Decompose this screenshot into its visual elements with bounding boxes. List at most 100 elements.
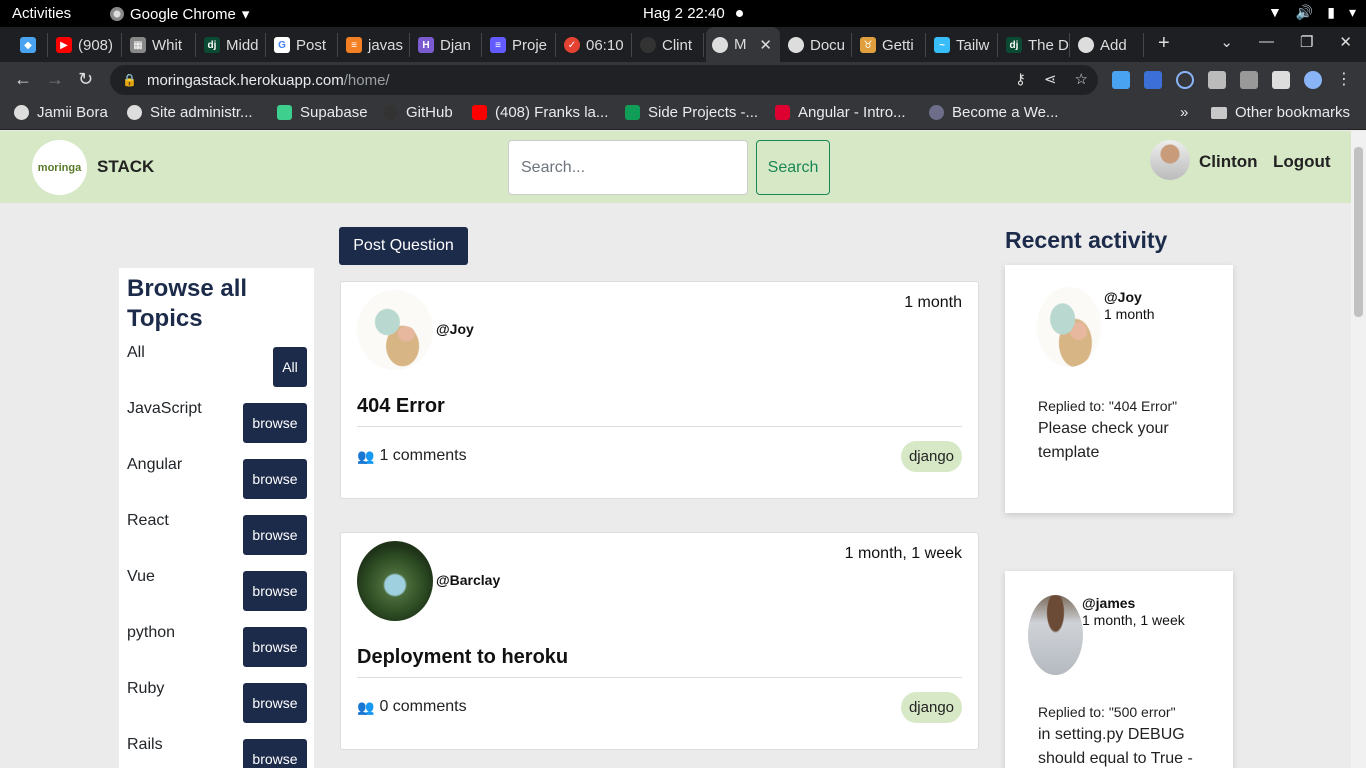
puzzle-icon[interactable] xyxy=(1208,71,1226,89)
maximize-icon[interactable]: ❐ xyxy=(1300,33,1313,51)
topic-name[interactable]: JavaScript xyxy=(127,400,202,418)
author-name[interactable]: @james xyxy=(1082,595,1135,611)
translate-extension-icon[interactable] xyxy=(1112,71,1130,89)
tab[interactable]: Docu xyxy=(782,33,852,57)
question-title[interactable]: 404 Error xyxy=(357,395,445,418)
username-link[interactable]: Clinton xyxy=(1199,152,1258,172)
site-logo[interactable]: moringa xyxy=(32,140,87,195)
topic-name[interactable]: Vue xyxy=(127,568,155,586)
react-devtools-icon[interactable] xyxy=(1176,71,1194,89)
search-button[interactable]: Search xyxy=(756,140,830,195)
side-panel-icon[interactable] xyxy=(1272,71,1290,89)
author-avatar[interactable] xyxy=(357,290,433,370)
activity-card[interactable]: @Joy 1 month Replied to: "404 Error" Ple… xyxy=(1005,265,1233,513)
close-icon[interactable]: ✕ xyxy=(759,36,772,54)
profile-avatar[interactable] xyxy=(1304,71,1322,89)
tab[interactable]: dj Midd xyxy=(198,33,266,57)
scrollbar-thumb[interactable] xyxy=(1354,147,1363,317)
topic-browse-button[interactable]: browse xyxy=(243,683,307,723)
bookmark-item[interactable]: Supabase xyxy=(277,104,368,121)
address-bar[interactable]: 🔒 moringastack.herokuapp.com/home/ ⚷ ⋖ ☆ xyxy=(110,65,1098,95)
tab[interactable]: ♉ Getti xyxy=(854,33,926,57)
tab[interactable]: dj The D xyxy=(1000,33,1070,57)
extension-icon[interactable] xyxy=(1144,71,1162,89)
tab[interactable]: Add xyxy=(1072,33,1144,57)
topic-name[interactable]: All xyxy=(127,344,145,362)
topic-all-button[interactable]: All xyxy=(273,347,307,387)
author-avatar[interactable] xyxy=(357,541,433,621)
topic-tag[interactable]: django xyxy=(900,441,962,472)
author-name[interactable]: @Barclay xyxy=(436,572,500,588)
activity-card[interactable]: @james 1 month, 1 week Replied to: "500 … xyxy=(1005,571,1233,768)
search-input[interactable] xyxy=(508,140,748,195)
topic-tag[interactable]: django xyxy=(900,692,962,723)
author-name[interactable]: @Joy xyxy=(436,321,474,337)
minimize-icon[interactable]: — xyxy=(1259,33,1274,51)
bookmark-item[interactable]: Become a We... xyxy=(929,104,1058,121)
key-icon[interactable]: ⚷ xyxy=(1015,70,1026,88)
topic-browse-button[interactable]: browse xyxy=(243,515,307,555)
kebab-menu-icon[interactable]: ⋮ xyxy=(1336,69,1352,89)
tab-active[interactable]: M ✕ xyxy=(706,27,780,62)
star-icon[interactable]: ☆ xyxy=(1075,70,1088,88)
close-window-icon[interactable]: ✕ xyxy=(1339,33,1352,51)
bookmark-item[interactable]: Site administr... xyxy=(127,104,253,121)
activities-button[interactable]: Activities xyxy=(12,5,71,22)
user-avatar[interactable] xyxy=(1150,140,1190,180)
tab[interactable]: ◆ xyxy=(14,33,48,57)
lock-icon[interactable]: 🔒 xyxy=(122,73,137,87)
author-avatar[interactable] xyxy=(1037,287,1101,367)
topic-name[interactable]: Angular xyxy=(127,456,182,474)
topic-name[interactable]: Ruby xyxy=(127,680,164,698)
tab[interactable]: ≡ Proje xyxy=(484,33,556,57)
share-icon[interactable]: ⋖ xyxy=(1044,70,1057,88)
topic-row: All All xyxy=(127,344,307,388)
tab[interactable]: ▶ (908) xyxy=(50,33,122,57)
logout-link[interactable]: Logout xyxy=(1273,152,1331,172)
other-bookmarks[interactable]: Other bookmarks xyxy=(1211,104,1350,121)
topic-browse-button[interactable]: browse xyxy=(243,571,307,611)
system-tray[interactable]: ▼ 🔊 ▮ ▾ xyxy=(1268,4,1356,21)
web-page: moringa STACK Search Clinton Logout Brow… xyxy=(0,131,1351,768)
reading-list-icon[interactable] xyxy=(1240,71,1258,89)
post-question-button[interactable]: Post Question xyxy=(339,227,468,265)
back-icon[interactable]: ← xyxy=(14,69,32,90)
bookmark-item[interactable]: Jamii Bora xyxy=(14,104,108,121)
reload-icon[interactable]: ↻ xyxy=(78,69,93,90)
bookmark-item[interactable]: (408) Franks la... xyxy=(472,104,608,121)
bookmark-item[interactable]: Angular - Intro... xyxy=(775,104,906,121)
battery-icon: ▮ xyxy=(1327,4,1335,20)
topic-browse-button[interactable]: browse xyxy=(243,739,307,768)
tab[interactable]: ≡ javas xyxy=(340,33,410,57)
tab[interactable]: H Djan xyxy=(412,33,482,57)
tab[interactable]: ~ Tailw xyxy=(928,33,998,57)
bookmark-item[interactable]: GitHub xyxy=(383,104,453,121)
topic-browse-button[interactable]: browse xyxy=(243,459,307,499)
tab[interactable]: ✓ 06:10 xyxy=(558,33,632,57)
new-tab-button[interactable]: + xyxy=(1158,32,1170,55)
topic-name[interactable]: python xyxy=(127,624,175,642)
topic-name[interactable]: Rails xyxy=(127,736,163,754)
author-name[interactable]: @Joy xyxy=(1104,289,1142,305)
topic-browse-button[interactable]: browse xyxy=(243,627,307,667)
app-menu[interactable]: Google Chrome ▾ xyxy=(110,5,249,23)
replied-to[interactable]: Replied to: "404 Error" xyxy=(1038,398,1177,414)
more-bookmarks-icon[interactable]: » xyxy=(1180,104,1188,121)
topic-browse-button[interactable]: browse xyxy=(243,403,307,443)
question-title[interactable]: Deployment to heroku xyxy=(357,646,568,669)
question-card[interactable]: @Joy 1 month 404 Error 👥 1 comments djan… xyxy=(340,281,979,499)
bookmark-item[interactable]: Side Projects -... xyxy=(625,104,758,121)
topic-name[interactable]: React xyxy=(127,512,169,530)
tab-search-icon[interactable]: ⌄ xyxy=(1220,33,1233,51)
question-card[interactable]: @Barclay 1 month, 1 week Deployment to h… xyxy=(340,532,979,750)
forward-icon[interactable]: → xyxy=(46,69,64,90)
clock[interactable]: Hag 2 22:40 xyxy=(643,5,725,22)
replied-to[interactable]: Replied to: "500 error" xyxy=(1038,704,1176,720)
tab[interactable]: ▦ Whit xyxy=(124,33,196,57)
tab[interactable]: G Post xyxy=(268,33,338,57)
author-avatar[interactable] xyxy=(1028,595,1083,675)
page-scrollbar[interactable] xyxy=(1351,131,1366,768)
tab[interactable]: Clint xyxy=(634,33,704,57)
brand-name[interactable]: STACK xyxy=(97,157,154,177)
other-bookmarks-label: Other bookmarks xyxy=(1235,104,1351,121)
